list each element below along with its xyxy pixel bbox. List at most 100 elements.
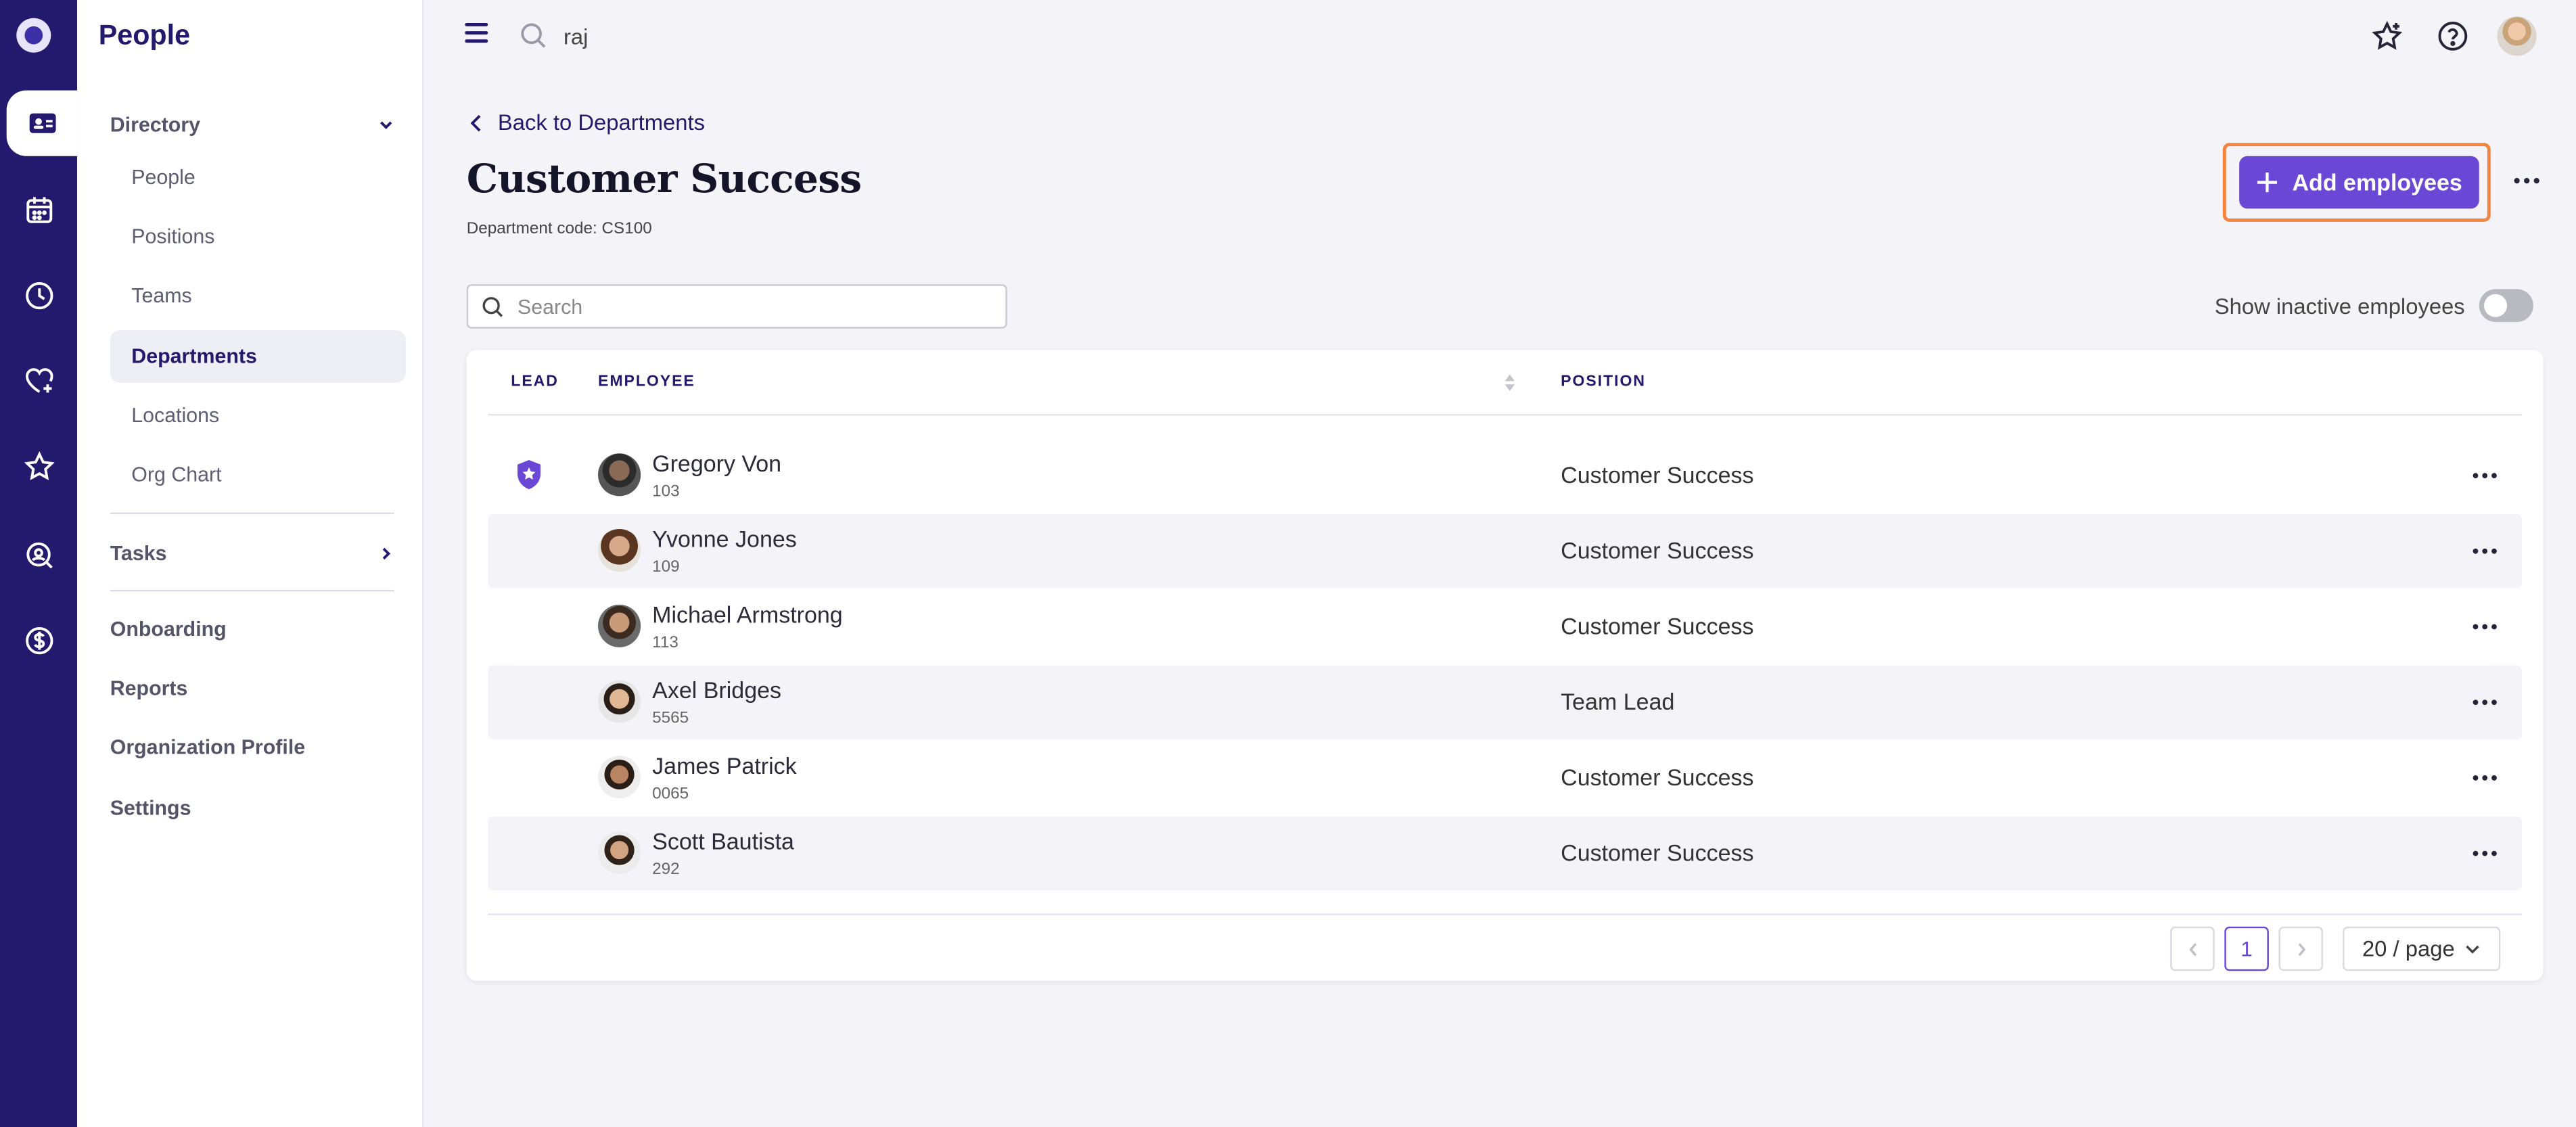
search-icon	[482, 296, 503, 317]
chevron-right-icon	[2297, 942, 2305, 956]
chevron-left-icon	[2188, 942, 2196, 956]
avatar	[598, 604, 641, 647]
star-icon[interactable]	[0, 434, 77, 499]
row-more-icon[interactable]	[2471, 840, 2499, 867]
employee-id: 103	[652, 483, 680, 501]
global-search-input[interactable]	[564, 18, 1057, 55]
people-module-icon[interactable]	[6, 90, 78, 156]
page-size-select[interactable]: 20 / page	[2343, 926, 2501, 971]
help-icon[interactable]	[2437, 20, 2470, 53]
show-inactive-label: Show inactive employees	[2214, 293, 2465, 318]
chevron-right-icon	[382, 547, 391, 560]
nav-group-tasks[interactable]: Tasks	[110, 530, 394, 576]
nav-item-locations[interactable]: Locations	[110, 390, 406, 442]
plus-icon	[2257, 172, 2278, 193]
employee-position: Customer Success	[1561, 840, 1754, 866]
nav-item-positions[interactable]: Positions	[110, 210, 406, 263]
avatar	[598, 831, 641, 875]
nav-group-directory[interactable]: Directory	[110, 102, 394, 148]
lead-shield-icon	[518, 460, 541, 490]
table-row[interactable]: Gregory Von 103 Customer Success	[488, 438, 2522, 512]
sort-icon[interactable]	[1502, 371, 1518, 394]
avatar	[598, 529, 641, 572]
employee-name[interactable]: Gregory Von	[652, 450, 781, 476]
avatar	[598, 680, 641, 723]
table-row[interactable]: James Patrick 0065 Customer Success	[488, 741, 2522, 814]
side-nav: People Directory People Positions Teams …	[77, 0, 424, 1127]
nav-divider	[110, 512, 394, 515]
chevron-down-icon	[2466, 944, 2480, 953]
employee-search-input[interactable]	[518, 294, 978, 318]
table-header-divider	[488, 414, 2522, 416]
nav-item-settings[interactable]: Settings	[110, 785, 394, 831]
nav-item-departments[interactable]: Departments	[110, 330, 406, 383]
employee-position: Customer Success	[1561, 764, 1754, 791]
next-page-button[interactable]	[2278, 926, 2324, 971]
row-more-icon[interactable]	[2471, 764, 2499, 791]
table-row[interactable]: Scott Bautista 292 Customer Success	[488, 816, 2522, 891]
column-header-lead: LEAD	[511, 373, 559, 392]
back-to-departments-link[interactable]: Back to Departments	[468, 110, 705, 135]
search-icon	[521, 23, 546, 48]
menu-icon[interactable]	[465, 23, 488, 43]
nav-item-people[interactable]: People	[110, 151, 406, 204]
back-link-label: Back to Departments	[497, 110, 706, 135]
employee-position: Team Lead	[1561, 688, 1675, 715]
calendar-icon[interactable]	[0, 177, 77, 243]
table-row[interactable]: Axel Bridges 5565 Team Lead	[488, 665, 2522, 739]
page-title: Customer Success	[466, 154, 862, 202]
employee-id: 0065	[652, 785, 689, 804]
favorites-star-icon[interactable]	[2370, 20, 2404, 53]
app-logo[interactable]	[16, 18, 51, 53]
app-rail	[0, 0, 78, 1127]
user-avatar[interactable]	[2497, 16, 2537, 56]
nav-item-teams[interactable]: Teams	[110, 269, 406, 322]
chevron-left-icon	[470, 114, 481, 131]
employee-id: 5565	[652, 710, 689, 728]
nav-item-organization-profile[interactable]: Organization Profile	[110, 724, 394, 770]
more-options-icon[interactable]	[2512, 166, 2542, 196]
recruiting-search-icon[interactable]	[0, 522, 77, 588]
employee-id: 292	[652, 860, 680, 879]
employee-name[interactable]: James Patrick	[652, 752, 797, 779]
row-more-icon[interactable]	[2471, 689, 2499, 716]
nav-item-org-chart[interactable]: Org Chart	[110, 448, 406, 501]
add-employees-label: Add employees	[2292, 169, 2462, 196]
add-employees-button[interactable]: Add employees	[2239, 156, 2479, 209]
nav-item-reports[interactable]: Reports	[110, 666, 394, 712]
row-more-icon[interactable]	[2471, 461, 2499, 489]
column-header-employee[interactable]: EMPLOYEE	[598, 373, 695, 391]
table-row[interactable]: Michael Armstrong 113 Customer Success	[488, 590, 2522, 664]
top-bar	[424, 0, 2576, 72]
employee-name[interactable]: Scott Bautista	[652, 828, 794, 854]
payroll-dollar-icon[interactable]	[0, 608, 77, 674]
employee-name[interactable]: Michael Armstrong	[652, 601, 843, 628]
row-more-icon[interactable]	[2471, 537, 2499, 565]
show-inactive-toggle[interactable]	[2479, 289, 2534, 323]
employee-id: 113	[652, 634, 678, 653]
clock-icon[interactable]	[0, 263, 77, 329]
nav-group-tasks-label: Tasks	[110, 542, 167, 566]
prev-page-button[interactable]	[2170, 926, 2215, 971]
table-footer-divider	[488, 913, 2522, 915]
page-number-button[interactable]: 1	[2224, 926, 2269, 971]
employee-position: Customer Success	[1561, 461, 1754, 488]
department-code: Department code: CS100	[466, 220, 652, 239]
employee-search-field[interactable]	[466, 284, 1007, 329]
nav-item-onboarding[interactable]: Onboarding	[110, 606, 394, 652]
nav-title: People	[98, 20, 191, 51]
heart-plus-icon[interactable]	[0, 348, 77, 414]
avatar	[598, 453, 641, 497]
employee-id: 109	[652, 558, 680, 577]
employee-position: Customer Success	[1561, 537, 1754, 564]
employee-name[interactable]: Axel Bridges	[652, 677, 781, 704]
avatar	[598, 756, 641, 799]
nav-group-directory-label: Directory	[110, 113, 201, 137]
row-more-icon[interactable]	[2471, 613, 2499, 641]
show-inactive-control[interactable]: Show inactive employees	[2214, 289, 2534, 323]
table-row[interactable]: Yvonne Jones 109 Customer Success	[488, 514, 2522, 589]
employee-name[interactable]: Yvonne Jones	[652, 526, 797, 552]
page-size-value: 20 / page	[2362, 936, 2455, 961]
nav-divider	[110, 589, 394, 592]
employee-position: Customer Success	[1561, 612, 1754, 639]
